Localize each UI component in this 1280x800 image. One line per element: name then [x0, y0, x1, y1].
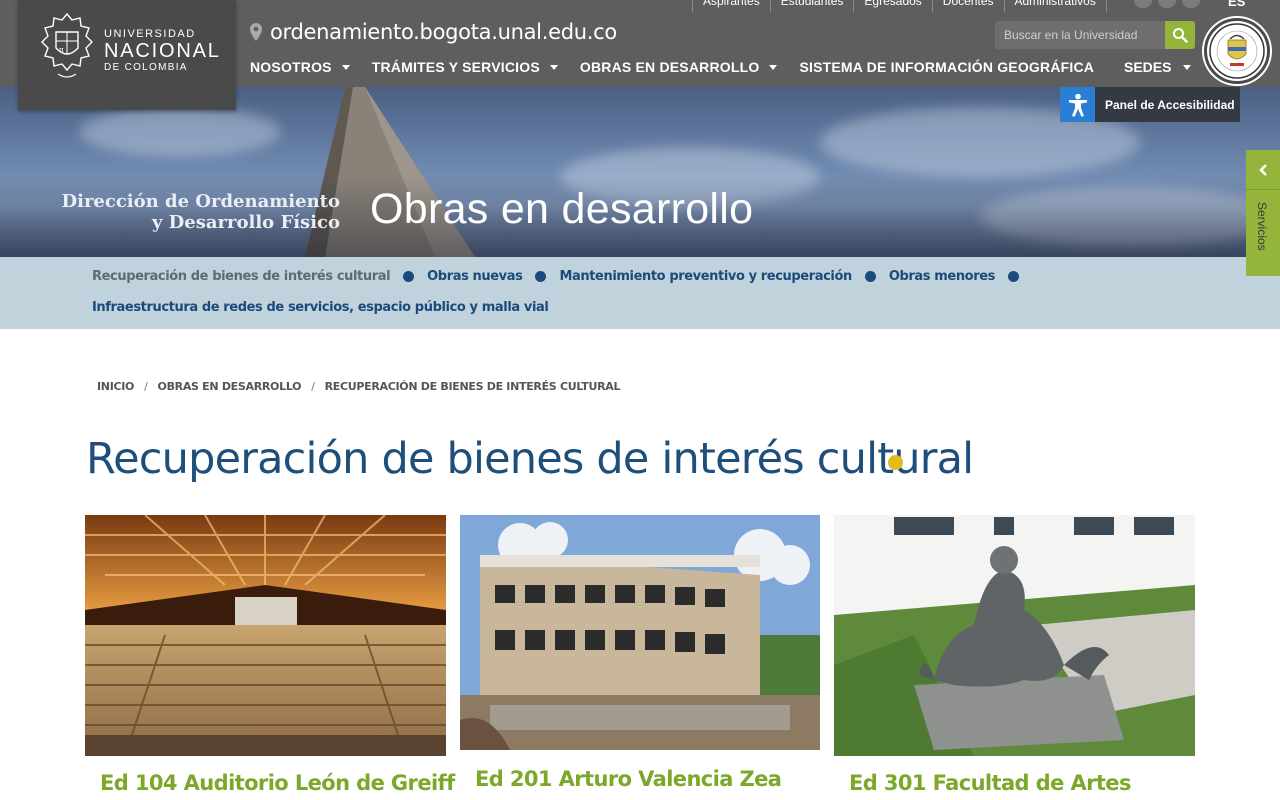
services-label: Servicios: [1255, 202, 1269, 251]
audience-link-egresados[interactable]: Egresados: [853, 0, 931, 12]
subnav-separator-dot: [403, 271, 415, 282]
facebook-icon[interactable]: [1134, 0, 1152, 8]
subnav-separator-dot: [1007, 271, 1019, 282]
site-url[interactable]: ordenamiento.bogota.unal.edu.co: [250, 20, 617, 44]
accessibility-label: Panel de Accesibilidad: [1105, 97, 1235, 112]
breadcrumb-current: RECUPERACIÓN DE BIENES DE INTERÉS CULTUR…: [324, 380, 621, 393]
colombia-seal-icon: [1209, 23, 1265, 79]
card-facultad-artes[interactable]: Ed 301 Facultad de Artes: [834, 515, 1195, 795]
accessibility-panel-button[interactable]: Panel de Accesibilidad: [1060, 87, 1240, 122]
chevron-down-icon: [341, 64, 350, 70]
nav-tramites-label: TRÁMITES Y SERVICIOS: [371, 59, 540, 75]
search-box: [995, 21, 1195, 49]
title-accent-dot: [888, 455, 903, 470]
svg-text:π: π: [59, 46, 64, 54]
card-image[interactable]: [85, 515, 446, 756]
department-name[interactable]: Dirección de Ordenamiento y Desarrollo F…: [60, 191, 341, 233]
subnav-item-obras-nuevas[interactable]: Obras nuevas: [427, 269, 523, 284]
breadcrumb-separator: /: [311, 380, 315, 393]
section-subnav: Recuperación de bienes de interés cultur…: [0, 257, 1280, 329]
breadcrumb-obras[interactable]: OBRAS EN DESARROLLO: [158, 380, 302, 393]
audience-link-estudiantes[interactable]: Estudiantes: [769, 0, 854, 12]
youtube-icon[interactable]: [1182, 0, 1200, 8]
audience-links: Aspirantes Estudiantes Egresados Docente…: [692, 0, 1107, 12]
subnav-row: Infraestructura de redes de servicios, e…: [92, 300, 549, 315]
twitter-icon[interactable]: [1158, 0, 1176, 8]
nav-nosotros[interactable]: NOSOTROS: [250, 59, 350, 75]
accessibility-icon: [1060, 87, 1095, 122]
university-seal-icon: π: [41, 12, 93, 78]
nav-sedes-label: SEDES: [1124, 59, 1172, 75]
subnav-item-infraestructura[interactable]: Infraestructura de redes de servicios, e…: [92, 300, 549, 315]
card-image[interactable]: [834, 515, 1195, 756]
logo-line-1: UNIVERSIDAD: [104, 28, 196, 40]
card-arturo-valencia[interactable]: Ed 201 Arturo Valencia Zea: [460, 515, 820, 791]
card-image[interactable]: [460, 515, 820, 750]
main-nav: NOSOTROS TRÁMITES Y SERVICIOS OBRAS EN D…: [250, 59, 1116, 75]
statue-image: [834, 515, 1195, 756]
nav-nosotros-label: NOSOTROS: [250, 59, 332, 75]
nav-sig[interactable]: SISTEMA DE INFORMACIÓN GEOGRÁFICA: [799, 59, 1094, 75]
colombia-seal[interactable]: [1204, 18, 1270, 84]
subnav-row: Recuperación de bienes de interés cultur…: [92, 269, 1032, 284]
card-title[interactable]: Ed 201 Arturo Valencia Zea: [475, 767, 782, 791]
search-button[interactable]: [1165, 21, 1195, 49]
breadcrumb: INICIO / OBRAS EN DESARROLLO / RECUPERAC…: [97, 380, 620, 393]
location-pin-icon: [250, 23, 262, 41]
auditorium-image: [85, 515, 446, 756]
chevron-down-icon: [769, 64, 778, 70]
audience-link-docentes[interactable]: Docentes: [931, 0, 1004, 12]
audience-link-aspirantes[interactable]: Aspirantes: [692, 0, 770, 12]
services-side-tab[interactable]: Servicios: [1246, 150, 1280, 276]
chevron-down-icon: [549, 64, 558, 70]
breadcrumb-inicio[interactable]: INICIO: [97, 380, 134, 393]
search-input[interactable]: [995, 21, 1165, 49]
subnav-item-recuperacion[interactable]: Recuperación de bienes de interés cultur…: [92, 269, 391, 284]
logo-line-3: DE COLOMBIA: [104, 62, 188, 73]
building-restoration-image: [460, 515, 820, 750]
hero-title: Obras en desarrollo: [370, 185, 754, 233]
subnav-item-mantenimiento[interactable]: Mantenimiento preventivo y recuperación: [559, 269, 852, 284]
card-title[interactable]: Ed 104 Auditorio León de Greiff: [100, 771, 455, 795]
chevron-down-icon: [1183, 64, 1192, 70]
audience-link-administrativos[interactable]: Administrativos: [1003, 0, 1107, 12]
search-icon: [1173, 28, 1188, 43]
subnav-separator-dot: [535, 271, 547, 282]
site-url-text: ordenamiento.bogota.unal.edu.co: [270, 20, 617, 44]
breadcrumb-separator: /: [144, 380, 148, 393]
nav-sig-label: SISTEMA DE INFORMACIÓN GEOGRÁFICA: [799, 59, 1095, 75]
social-links: [1134, 0, 1200, 8]
university-logo[interactable]: π UNIVERSIDAD NACIONAL DE COLOMBIA: [18, 0, 236, 110]
page-title: Recuperación de bienes de interés cultur…: [86, 434, 974, 484]
nav-obras[interactable]: OBRAS EN DESARROLLO: [580, 59, 778, 75]
nav-obras-label: OBRAS EN DESARROLLO: [579, 59, 760, 75]
language-selector[interactable]: ES: [1228, 0, 1245, 9]
subnav-separator-dot: [864, 271, 876, 282]
card-title[interactable]: Ed 301 Facultad de Artes: [849, 771, 1131, 795]
nav-tramites[interactable]: TRÁMITES Y SERVICIOS: [372, 59, 558, 75]
university-logo-text: UNIVERSIDAD NACIONAL DE COLOMBIA: [104, 28, 221, 73]
card-auditorio[interactable]: Ed 104 Auditorio León de Greiff: [85, 515, 455, 795]
logo-line-2: NACIONAL: [104, 40, 221, 62]
subnav-item-obras-menores[interactable]: Obras menores: [889, 269, 996, 284]
chevron-left-icon: [1246, 150, 1280, 190]
nav-sedes[interactable]: SEDES: [1124, 59, 1192, 75]
